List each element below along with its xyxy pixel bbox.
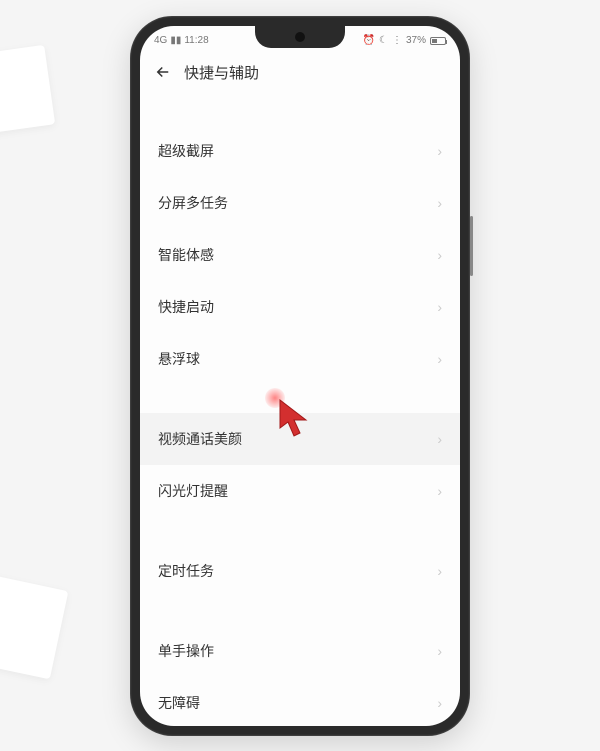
setting-item[interactable]: 定时任务 › [140,545,460,597]
wifi-icon: ⋮ [392,35,402,46]
chevron-right-icon: › [437,195,442,211]
chevron-right-icon: › [437,431,442,447]
setting-item[interactable]: 单手操作 › [140,625,460,677]
phone-side-button [470,216,473,276]
chevron-right-icon: › [437,143,442,159]
battery-icon [430,37,446,45]
page-header: 快捷与辅助 [140,52,460,97]
setting-item[interactable]: 悬浮球 › [140,333,460,385]
setting-item-label: 超级截屏 [158,141,214,161]
setting-item-label: 无障碍 [158,693,200,713]
setting-item-label: 悬浮球 [158,349,200,369]
phone-notch [255,26,345,48]
setting-item-label: 快捷启动 [158,297,214,317]
signal-icon: ▮▮ [170,35,181,46]
battery-percent: 37% [406,35,426,46]
background-decoration [0,45,55,135]
chevron-right-icon: › [437,643,442,659]
setting-item-label: 单手操作 [158,641,214,661]
setting-item-label: 定时任务 [158,561,214,581]
page-title: 快捷与辅助 [184,62,259,83]
chevron-right-icon: › [437,563,442,579]
setting-item[interactable]: 超级截屏 › [140,125,460,177]
phone-frame: 4G ▮▮ 11:28 ⏰ ☾ ⋮ 37% 快捷与辅助 超级截屏›分屏多任务›智… [130,16,470,736]
status-time: 11:28 [184,35,208,46]
setting-item-label: 分屏多任务 [158,193,228,213]
chevron-right-icon: › [437,351,442,367]
cursor-pointer-icon [278,398,312,438]
background-decoration [0,573,68,680]
chevron-right-icon: › [437,247,442,263]
moon-icon: ☾ [379,35,388,46]
network-indicator: 4G [154,35,167,46]
alarm-icon: ⏰ [363,35,375,46]
setting-item-label: 智能体感 [158,245,214,265]
setting-item[interactable]: 快捷启动 › [140,281,460,333]
phone-screen: 4G ▮▮ 11:28 ⏰ ☾ ⋮ 37% 快捷与辅助 超级截屏›分屏多任务›智… [140,26,460,726]
setting-item-label: 闪光灯提醒 [158,481,228,501]
back-icon[interactable] [154,63,172,81]
setting-item[interactable]: 闪光灯提醒 › [140,465,460,517]
chevron-right-icon: › [437,695,442,711]
setting-item[interactable]: 无障碍 › [140,677,460,726]
chevron-right-icon: › [437,299,442,315]
setting-item-label: 视频通话美颜 [158,429,242,449]
chevron-right-icon: › [437,483,442,499]
setting-item[interactable]: 智能体感 › [140,229,460,281]
setting-item[interactable]: 分屏多任务 › [140,177,460,229]
